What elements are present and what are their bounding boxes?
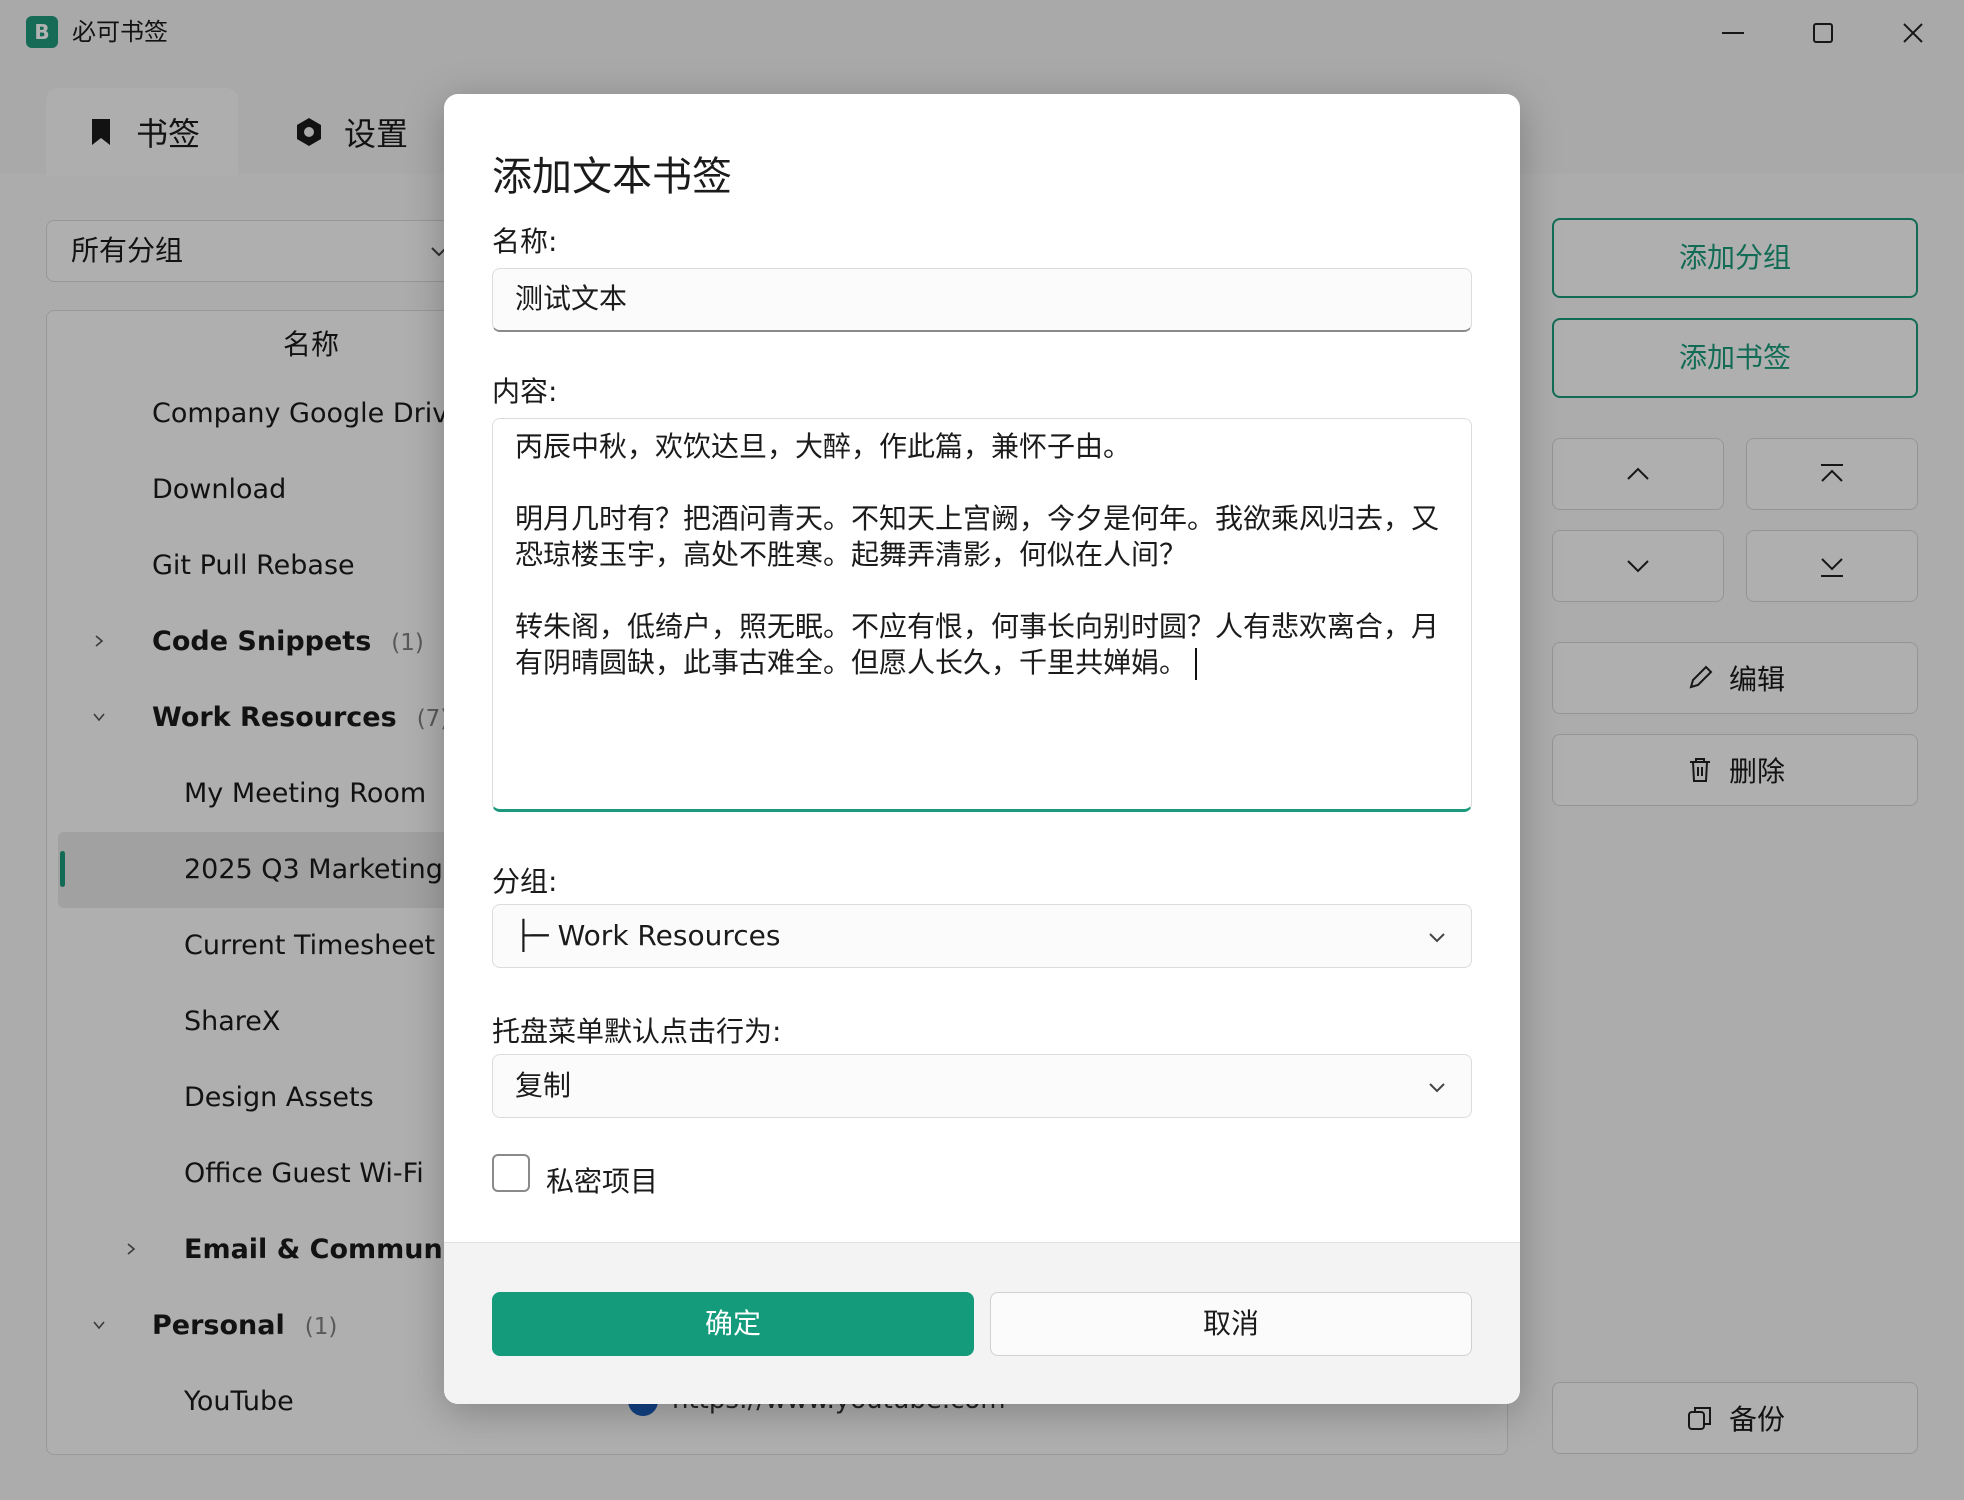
group-select[interactable]: ├─ Work Resources [492,904,1472,968]
name-label: 名称: [492,225,558,258]
tray-action-label: 托盘菜单默认点击行为: [492,1015,782,1048]
tree-branch-glyph: ├─ [515,919,549,952]
tray-action-value: 复制 [515,1069,572,1102]
ok-button[interactable]: 确定 [492,1292,974,1356]
text-caret [1195,648,1198,680]
chevron-down-icon [1429,933,1445,943]
group-label: 分组: [492,865,558,898]
cancel-button[interactable]: 取消 [990,1292,1472,1356]
group-select-value: Work Resources [557,919,781,952]
chevron-down-icon [1429,1083,1445,1093]
content-label: 内容: [492,375,558,408]
private-item-label[interactable]: 私密项目 [546,1160,658,1200]
private-item-checkbox[interactable] [492,1154,530,1192]
dialog-title: 添加文本书签 [492,154,732,200]
tray-action-select[interactable]: 复制 [492,1054,1472,1118]
content-textarea[interactable]: 丙辰中秋，欢饮达旦，大醉，作此篇，兼怀子由。 明月几时有？把酒问青天。不知天上宫… [492,418,1472,812]
content-text: 丙辰中秋，欢饮达旦，大醉，作此篇，兼怀子由。 明月几时有？把酒问青天。不知天上宫… [515,430,1440,679]
add-text-bookmark-dialog: 添加文本书签 名称: 测试文本 内容: 丙辰中秋，欢饮达旦，大醉，作此篇，兼怀子… [444,94,1520,1404]
name-input[interactable]: 测试文本 [492,268,1472,332]
